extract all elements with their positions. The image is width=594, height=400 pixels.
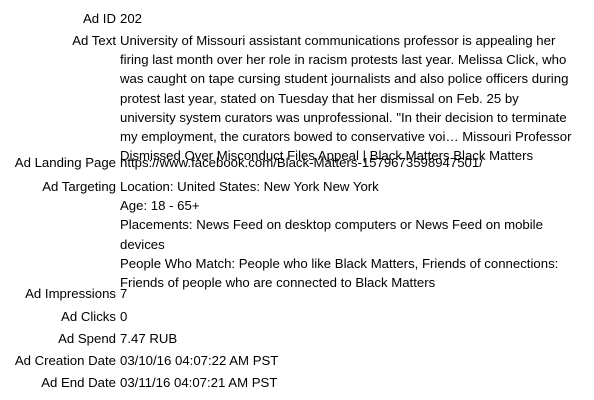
ad-text-line: university system curators was unprofess… (120, 109, 567, 125)
ad-impressions-label: Ad Impressions (25, 286, 116, 301)
ad-targeting-line: Placements: News Feed on desktop compute… (120, 217, 543, 233)
ad-text-label: Ad Text (72, 33, 116, 48)
ad-targeting-value: Location: United States: New York New Yo… (120, 177, 592, 292)
ad-text-line: was caught on tape cursing student journ… (120, 71, 569, 87)
ad-id-value: 202 (120, 11, 143, 26)
ad-text-line: my employment, the curators bowed to con… (120, 129, 572, 145)
ad-spend-label: Ad Spend (58, 331, 116, 346)
ad-text-line: firing last month over her role in racis… (120, 52, 567, 68)
ad-targeting-label: Ad Targeting (42, 179, 116, 194)
ad-id-label: Ad ID (83, 11, 116, 26)
ad-clicks-label: Ad Clicks (61, 309, 116, 324)
ad-creation-date-label: Ad Creation Date (14, 353, 116, 368)
ad-targeting-line: People Who Match: People who like Black … (120, 255, 559, 271)
ad-clicks-value: 0 (120, 309, 128, 324)
ad-spend-value: 7.47 RUB (120, 331, 178, 346)
ad-text-line: protest last year, stated on Tuesday tha… (120, 90, 519, 106)
ad-impressions-value: 7 (120, 286, 128, 301)
ad-targeting-line: Age: 18 - 65+ (120, 198, 200, 214)
ad-targeting-line: devices (120, 236, 165, 252)
ad-targeting-line: Location: United States: New York New Yo… (120, 179, 379, 194)
ad-record: Ad ID 202 Ad Text University of Missouri… (0, 0, 594, 400)
ad-landing-page-value: https://www.facebook.com/Black-Matters-1… (120, 155, 483, 170)
ad-text-line: University of Missouri assistant communi… (120, 33, 556, 48)
ad-end-date-label: Ad End Date (41, 375, 116, 390)
ad-end-date-value: 03/11/16 04:07:21 AM PST (120, 375, 278, 390)
ad-landing-page-label: Ad Landing Page (14, 155, 116, 170)
ad-text-value: University of Missouri assistant communi… (120, 31, 592, 165)
ad-creation-date-value: 03/10/16 04:07:22 AM PST (120, 353, 279, 368)
